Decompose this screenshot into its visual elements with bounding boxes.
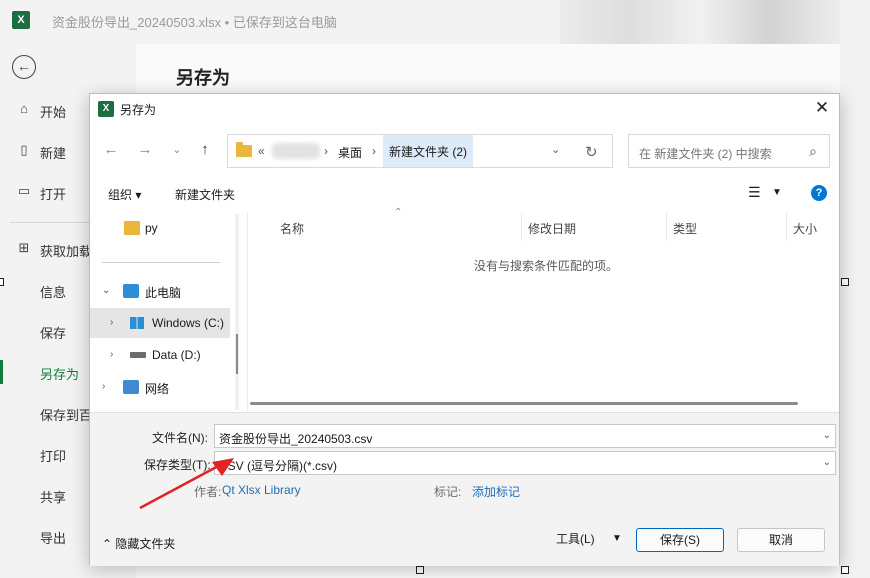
back-arrow-icon[interactable]: ←	[12, 55, 36, 79]
save-button[interactable]: 保存(S)	[636, 528, 724, 552]
column-header-name[interactable]: 名称	[274, 213, 522, 241]
navigation-pane: py ⌄ 此电脑 › Windows (C:) › Data (D:) › 网络	[90, 213, 230, 411]
search-box[interactable]: 在 新建文件夹 (2) 中搜索 ⌕	[628, 134, 830, 168]
forward-icon[interactable]: →	[136, 140, 154, 160]
excel-logo-icon: X	[12, 11, 30, 29]
search-placeholder: 在 新建文件夹 (2) 中搜索	[639, 147, 772, 161]
address-bar[interactable]: « › 桌面 › 新建文件夹 (2) ⌄ ↻	[227, 134, 613, 168]
tree-item-this-pc[interactable]: ⌄ 此电脑	[90, 276, 230, 306]
column-header-type[interactable]: 类型	[667, 213, 787, 241]
filename-label: 文件名(N):	[152, 431, 208, 445]
view-list-icon[interactable]: ☰	[748, 184, 761, 201]
back-icon[interactable]: ←	[102, 140, 120, 160]
resize-handle[interactable]	[841, 278, 849, 286]
dialog-title: 另存为	[120, 103, 157, 117]
tools-button[interactable]: 工具(L)	[556, 530, 595, 547]
empty-message: 没有与搜索条件匹配的项。	[474, 259, 619, 273]
dialog-titlebar: X 另存为 ✕	[90, 94, 839, 124]
chevron-right-icon[interactable]: ›	[102, 381, 105, 392]
resize-handle[interactable]	[841, 566, 849, 574]
chevron-up-icon: ⌃	[102, 537, 113, 551]
horizontal-scrollbar[interactable]	[250, 402, 798, 405]
refresh-icon[interactable]: ↻	[585, 143, 598, 161]
filename-field[interactable]: 资金股份导出_20240503.csv ⌄	[214, 424, 836, 448]
pc-icon	[123, 284, 139, 298]
chevron-down-icon[interactable]: ▼	[772, 187, 782, 198]
tree-item-data-d[interactable]: › Data (D:)	[90, 340, 230, 370]
hide-folders-toggle[interactable]: ⌃ 隐藏文件夹	[102, 535, 175, 552]
navigation-row: ← → ⌄ ↑ « › 桌面 › 新建文件夹 (2) ⌄ ↻ 在 新建文件夹 (…	[90, 132, 839, 168]
cancel-button[interactable]: 取消	[737, 528, 825, 552]
excel-logo-icon: X	[98, 101, 114, 117]
tags-label: 标记:	[434, 485, 462, 499]
recent-dropdown-icon[interactable]: ⌄	[168, 140, 186, 160]
scroll-thumb[interactable]	[236, 334, 238, 374]
tree-item-py[interactable]: py	[90, 213, 230, 243]
search-icon[interactable]: ⌕	[809, 143, 817, 160]
column-header-date[interactable]: 修改日期	[522, 213, 667, 241]
tree-scrollbar[interactable]	[235, 214, 239, 410]
resize-handle[interactable]	[416, 566, 424, 574]
help-icon[interactable]: ?	[811, 185, 827, 201]
resize-handle[interactable]	[0, 278, 4, 286]
excel-titlebar: X 资金股份导出_20240503.xlsx • 已保存到这台电脑	[0, 0, 870, 44]
network-icon	[123, 380, 139, 394]
addins-icon: ⊞	[18, 240, 30, 255]
crumb-desktop[interactable]: 桌面	[338, 144, 362, 161]
folder-icon	[236, 142, 252, 157]
caret-down-icon[interactable]: ▼	[612, 533, 622, 544]
chevron-right-icon[interactable]: ›	[110, 349, 113, 360]
chevron-down-icon[interactable]: ⌄	[823, 457, 831, 468]
backstage-heading: 另存为	[176, 68, 230, 88]
chevron-right-icon[interactable]: ›	[110, 317, 113, 328]
chevron-down-icon[interactable]: ⌄	[823, 430, 831, 441]
windows-drive-icon	[130, 317, 144, 329]
up-icon[interactable]: ↑	[196, 140, 214, 160]
column-header-size[interactable]: 大小	[787, 213, 842, 241]
tree-item-windows-c[interactable]: › Windows (C:)	[90, 308, 230, 338]
home-icon: ⌂	[20, 101, 28, 116]
annotation-arrow-icon	[139, 458, 234, 510]
document-title: 资金股份导出_20240503.xlsx • 已保存到这台电脑	[52, 15, 337, 30]
overflow-chevron[interactable]: «	[258, 144, 265, 158]
chevron-down-icon[interactable]: ⌄	[551, 143, 560, 156]
open-folder-icon: ▭	[17, 183, 31, 198]
chevron-right-icon[interactable]: ›	[372, 144, 376, 158]
blurred-region	[560, 0, 840, 44]
chevron-down-icon[interactable]: ⌄	[102, 285, 110, 296]
crumb-current-folder[interactable]: 新建文件夹 (2)	[383, 135, 474, 167]
filetype-select[interactable]: CSV (逗号分隔)(*.csv) ⌄	[214, 451, 836, 475]
new-folder-button[interactable]: 新建文件夹	[175, 186, 235, 203]
tree-item-network[interactable]: › 网络	[90, 372, 230, 402]
chevron-right-icon[interactable]: ›	[324, 144, 328, 158]
new-file-icon: ▯	[20, 142, 28, 157]
dialog-toolbar: 组织 ▾ 新建文件夹 ☰ ▼ ?	[90, 178, 839, 208]
tree-divider	[102, 262, 220, 263]
drive-icon	[130, 352, 146, 358]
folder-icon	[124, 221, 140, 235]
blurred-crumb	[272, 143, 320, 159]
close-icon[interactable]: ✕	[811, 98, 833, 120]
add-tags-link[interactable]: 添加标记	[472, 483, 520, 500]
file-list: ⌃ 名称 修改日期 类型 大小 没有与搜索条件匹配的项。	[247, 207, 842, 411]
organize-button[interactable]: 组织 ▾	[108, 186, 141, 203]
